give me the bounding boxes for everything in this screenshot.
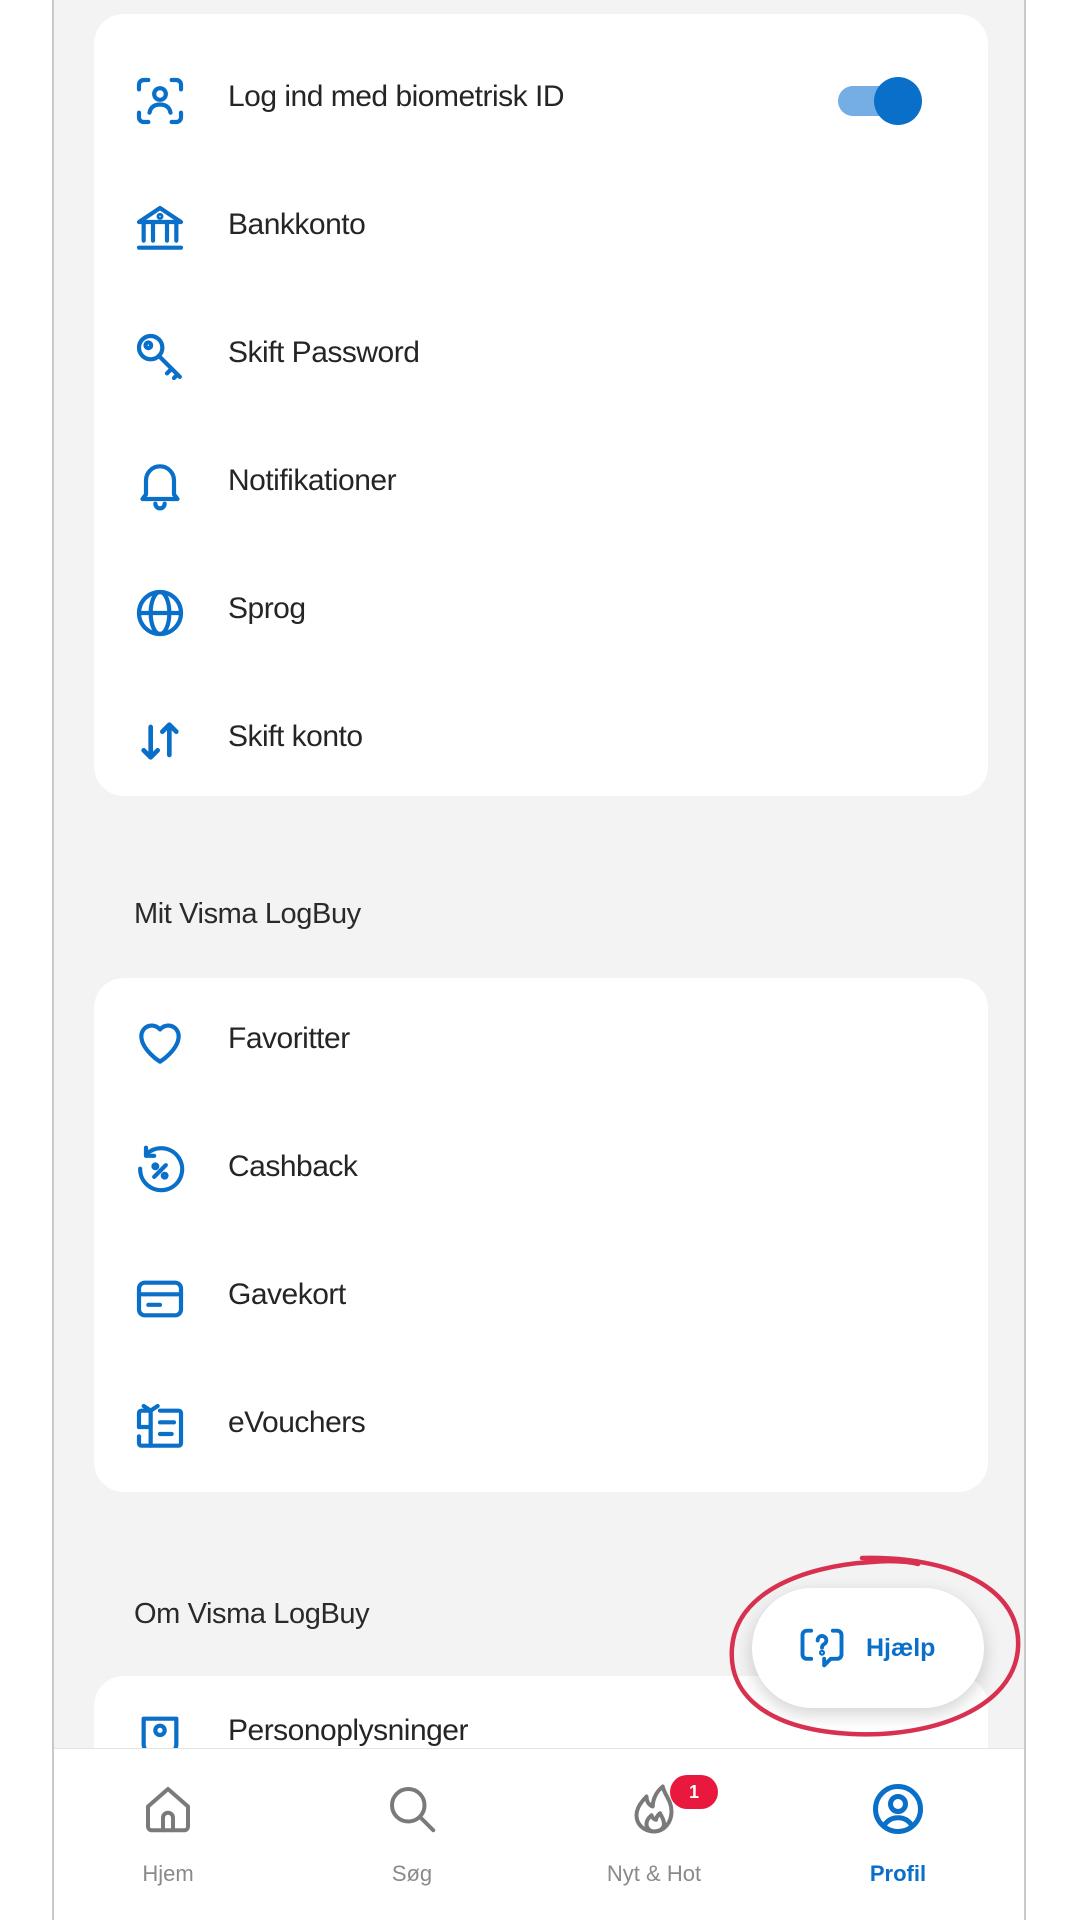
gift-card-icon	[132, 1271, 188, 1327]
mit-item-label: Favoritter	[228, 1022, 350, 1055]
search-icon	[382, 1779, 442, 1839]
tab-sog[interactable]: Søg	[312, 1749, 512, 1920]
settings-item-label: Skift konto	[228, 720, 363, 753]
section-title-om: Om Visma LogBuy	[134, 1598, 370, 1630]
bottom-tab-bar: Hjem Søg 1 Nyt & Hot Profil	[54, 1748, 1024, 1920]
bell-icon	[132, 457, 188, 513]
mit-item-label: Gavekort	[228, 1278, 346, 1311]
heart-icon	[132, 1015, 188, 1071]
section-title-mit: Mit Visma LogBuy	[134, 898, 361, 930]
settings-item-sprog[interactable]: Sprog	[94, 548, 988, 676]
mit-item-label: Cashback	[228, 1150, 358, 1183]
settings-item-bankkonto[interactable]: Bankkonto	[94, 164, 988, 292]
om-item-label: Personoplysninger	[228, 1714, 468, 1747]
home-icon	[138, 1779, 198, 1839]
mit-item-gavekort[interactable]: Gavekort	[94, 1234, 988, 1362]
mit-item-favoritter[interactable]: Favoritter	[94, 978, 988, 1106]
settings-item-notifikationer[interactable]: Notifikationer	[94, 420, 988, 548]
app-screen: Log ind med biometrisk ID Bankkonto Skif…	[52, 0, 1026, 1920]
mit-item-label: eVouchers	[228, 1406, 366, 1439]
help-button[interactable]: Hjælp	[752, 1588, 984, 1708]
settings-item-skift-password[interactable]: Skift Password	[94, 292, 988, 420]
biometric-login-row[interactable]: Log ind med biometrisk ID	[94, 36, 988, 164]
settings-item-skift-konto[interactable]: Skift konto	[94, 676, 988, 804]
biometric-toggle[interactable]	[834, 74, 926, 126]
toggle-knob	[874, 77, 922, 125]
tab-label: Profil	[869, 1861, 927, 1886]
bank-icon	[132, 201, 188, 257]
profile-icon	[868, 1779, 928, 1839]
tab-profil[interactable]: Profil	[798, 1749, 998, 1920]
settings-item-label: Notifikationer	[228, 464, 397, 497]
help-chat-icon	[796, 1622, 848, 1674]
settings-item-label: Sprog	[228, 592, 306, 625]
mit-section-card: Favoritter Cashback Gavekort eVouchers	[94, 978, 988, 1492]
key-icon	[132, 329, 188, 385]
globe-icon	[132, 585, 188, 641]
tab-nyt-hot[interactable]: 1 Nyt & Hot	[554, 1749, 754, 1920]
tab-label: Søg	[391, 1861, 433, 1886]
mit-item-cashback[interactable]: Cashback	[94, 1106, 988, 1234]
cashback-icon	[132, 1143, 188, 1199]
tab-label: Nyt & Hot	[606, 1861, 702, 1886]
notification-badge: 1	[670, 1775, 718, 1809]
settings-item-label: Skift Password	[228, 336, 420, 369]
tab-label: Hjem	[142, 1861, 194, 1886]
swap-arrows-icon	[132, 713, 188, 769]
tab-hjem[interactable]: Hjem	[68, 1749, 268, 1920]
settings-item-label: Bankkonto	[228, 208, 366, 241]
biometric-login-label: Log ind med biometrisk ID	[228, 80, 565, 113]
voucher-icon	[132, 1399, 188, 1455]
face-id-icon	[132, 73, 188, 129]
mit-item-evouchers[interactable]: eVouchers	[94, 1362, 988, 1490]
help-button-label: Hjælp	[866, 1634, 936, 1662]
settings-card: Log ind med biometrisk ID Bankkonto Skif…	[94, 14, 988, 796]
